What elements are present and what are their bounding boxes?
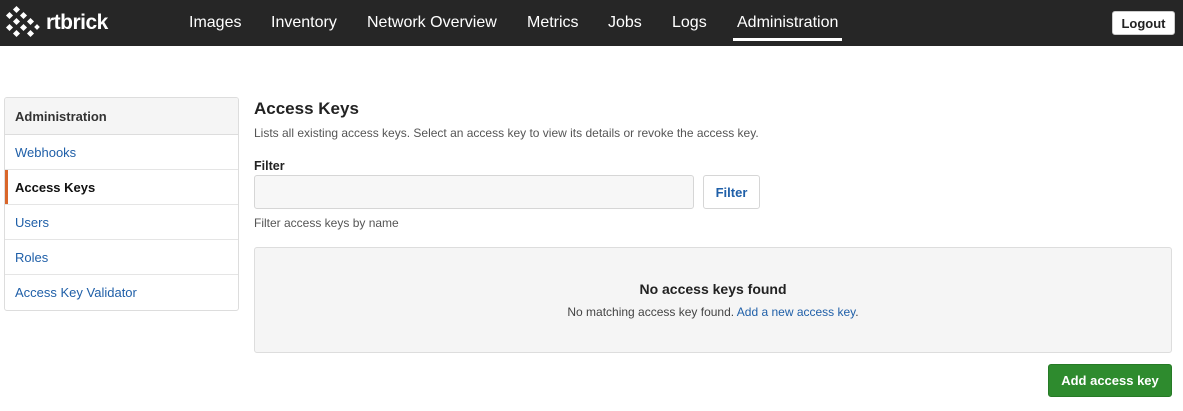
page-description: Lists all existing access keys. Select a… [254,126,759,140]
sidebar-item-webhooks[interactable]: Webhooks [5,135,238,170]
sidebar-header: Administration [5,98,238,135]
filter-input[interactable] [254,175,694,209]
nav-item-jobs[interactable]: Jobs [608,14,642,32]
nav-item-administration[interactable]: Administration [732,14,843,41]
empty-state-panel: No access keys found No matching access … [254,247,1172,353]
sidebar-item-users[interactable]: Users [5,205,238,240]
add-access-key-button[interactable]: Add access key [1048,364,1172,397]
nav-item-inventory[interactable]: Inventory [271,14,337,32]
empty-state-title: No access keys found [639,281,787,297]
top-navigation-bar: rtbrick Images Inventory Network Overvie… [0,0,1183,46]
admin-sidebar: Administration Webhooks Access Keys User… [4,97,239,311]
empty-state-suffix: . [855,305,859,319]
filter-button[interactable]: Filter [703,175,760,209]
nav-item-logs[interactable]: Logs [672,14,707,32]
sidebar-item-access-key-validator[interactable]: Access Key Validator [5,275,238,310]
brand-name: rtbrick [46,11,108,34]
filter-help-text: Filter access keys by name [254,216,399,230]
nav-item-images[interactable]: Images [189,14,241,32]
nav-item-metrics[interactable]: Metrics [527,14,579,32]
logout-button[interactable]: Logout [1112,11,1175,35]
filter-label: Filter [254,159,285,173]
page-title: Access Keys [254,99,359,118]
empty-state-text: No matching access key found. [567,305,737,319]
rtbrick-cube-logo-icon [5,5,40,38]
sidebar-item-access-keys[interactable]: Access Keys [5,170,238,205]
sidebar-item-roles[interactable]: Roles [5,240,238,275]
add-new-access-key-link[interactable]: Add a new access key [737,305,856,319]
brand-logo[interactable]: rtbrick [4,5,108,41]
empty-state-description: No matching access key found. Add a new … [255,305,1171,319]
nav-item-network-overview[interactable]: Network Overview [367,14,497,32]
